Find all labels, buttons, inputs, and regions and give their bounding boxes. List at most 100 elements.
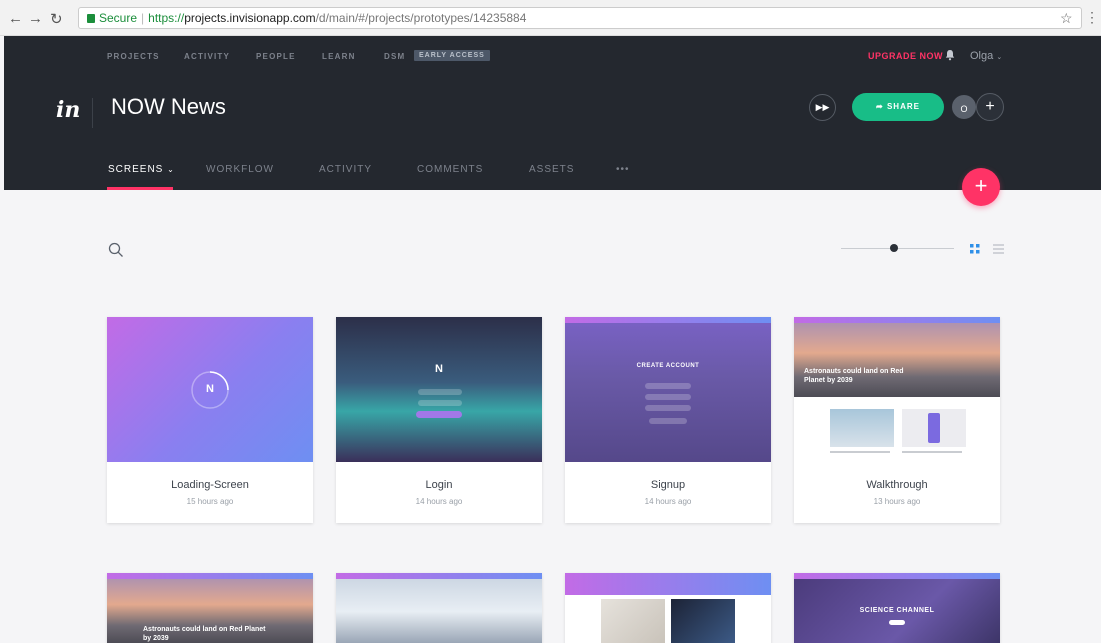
screen-thumbnail: SCIENCE CHANNEL bbox=[794, 573, 1000, 643]
thumb-button bbox=[416, 411, 462, 418]
tab-screens-label: SCREENS bbox=[108, 164, 164, 175]
browser-toolbar: ← → ↻ Secure | https://projects.invisionap… bbox=[0, 0, 1101, 36]
address-bar[interactable]: Secure | https://projects.invisionapp.com/… bbox=[78, 7, 1082, 29]
user-menu[interactable]: Olga ⌄ bbox=[970, 50, 1002, 62]
thumb-input bbox=[418, 389, 462, 395]
upgrade-now-link[interactable]: UPGRADE NOW bbox=[868, 51, 943, 61]
tab-more[interactable]: ••• bbox=[616, 164, 630, 175]
notification-bell-icon[interactable] bbox=[944, 49, 956, 61]
thumb-topbar bbox=[794, 317, 1000, 323]
chevron-down-icon: ⌄ bbox=[996, 54, 1003, 61]
lock-icon bbox=[87, 14, 95, 23]
screen-updated-time: 14 hours ago bbox=[644, 497, 692, 506]
avatar[interactable]: O bbox=[950, 93, 978, 121]
screen-card-login[interactable]: N Login 14 hours ago bbox=[336, 317, 542, 523]
early-access-badge: EARLY ACCESS bbox=[414, 50, 490, 61]
thumb-topbar bbox=[336, 573, 542, 579]
active-tab-indicator bbox=[107, 187, 173, 190]
slider-handle[interactable] bbox=[890, 244, 898, 252]
share-label: SHARE bbox=[886, 102, 920, 111]
screen-card[interactable] bbox=[565, 573, 771, 643]
screen-thumbnail: N bbox=[107, 317, 313, 462]
invision-logo[interactable]: in bbox=[56, 97, 80, 123]
thumb-input bbox=[645, 394, 691, 400]
nav-activity[interactable]: ACTIVITY bbox=[184, 52, 230, 61]
share-arrow-icon: ➦ bbox=[876, 102, 884, 111]
nav-dsm[interactable]: DSM bbox=[384, 52, 405, 61]
thumb-logo-text: N bbox=[206, 383, 214, 395]
thumb-heading: CREATE ACCOUNT bbox=[636, 363, 700, 369]
screen-name: Signup bbox=[650, 479, 686, 491]
tab-comments[interactable]: COMMENTS bbox=[417, 164, 483, 175]
thumb-logo-text: N bbox=[435, 363, 443, 375]
project-title: NOW News bbox=[111, 94, 226, 119]
screen-card-loading[interactable]: N Loading-Screen 15 hours ago bbox=[107, 317, 313, 523]
project-header: PROJECTS ACTIVITY PEOPLE LEARN DSM EARLY… bbox=[4, 36, 1101, 190]
grid-view-icon[interactable] bbox=[970, 244, 980, 254]
chevron-down-icon: ⌄ bbox=[167, 165, 175, 174]
thumb-topbar bbox=[107, 573, 313, 579]
thumb-headline: Astronauts could land on Red Planet by 2… bbox=[804, 368, 904, 384]
thumb-topbar bbox=[794, 573, 1000, 579]
tab-assets[interactable]: ASSETS bbox=[529, 164, 574, 175]
thumb-input bbox=[418, 400, 462, 406]
nav-people[interactable]: PEOPLE bbox=[256, 52, 296, 61]
tab-activity[interactable]: ACTIVITY bbox=[319, 164, 372, 175]
thumb-button bbox=[889, 620, 905, 625]
phone-icon bbox=[928, 413, 940, 443]
screen-name: Login bbox=[425, 479, 453, 491]
screen-name: Loading-Screen bbox=[171, 479, 249, 491]
address-separator: | bbox=[141, 11, 145, 25]
share-button[interactable]: ➦ SHARE bbox=[852, 93, 944, 121]
tab-workflow[interactable]: WORKFLOW bbox=[206, 164, 274, 175]
thumb-image bbox=[830, 409, 894, 447]
forward-arrow-icon[interactable]: → bbox=[28, 10, 43, 27]
preview-play-button[interactable]: ▶▶ bbox=[809, 94, 836, 121]
thumb-caption-line bbox=[830, 451, 890, 453]
fast-forward-icon: ▶▶ bbox=[815, 102, 830, 112]
add-member-button[interactable]: + bbox=[976, 93, 1004, 121]
screen-thumbnail: Astronauts could land on Red Planet by 2… bbox=[107, 573, 313, 643]
screen-thumbnail bbox=[565, 573, 771, 643]
thumb-hero: Astronauts could land on Red Planet by 2… bbox=[794, 317, 1000, 397]
secure-label: Secure bbox=[99, 11, 138, 25]
screen-card[interactable] bbox=[336, 573, 542, 643]
screen-updated-time: 13 hours ago bbox=[873, 497, 921, 506]
screen-card[interactable]: Astronauts could land on Red Planet by 2… bbox=[107, 573, 313, 643]
thumb-input bbox=[645, 405, 691, 411]
bookmark-star-icon[interactable]: ☆ bbox=[1060, 10, 1073, 27]
screen-thumbnail bbox=[336, 573, 542, 643]
thumb-topbar bbox=[565, 573, 771, 595]
thumb-headline: Astronauts could land on Red Planet by 2… bbox=[143, 626, 266, 642]
thumb-image bbox=[902, 409, 966, 447]
screen-updated-time: 15 hours ago bbox=[186, 497, 234, 506]
screen-card-walkthrough[interactable]: Astronauts could land on Red Planet by 2… bbox=[794, 317, 1000, 523]
search-icon[interactable] bbox=[108, 242, 124, 258]
back-arrow-icon[interactable]: ← bbox=[8, 10, 23, 27]
screen-thumbnail: N bbox=[336, 317, 542, 462]
thumb-input bbox=[645, 383, 691, 389]
thumb-input bbox=[649, 418, 687, 424]
thumb-image bbox=[671, 599, 735, 643]
tab-screens[interactable]: SCREENS ⌄ bbox=[108, 164, 175, 175]
url-path: /d/main/#/projects/prototypes/14235884 bbox=[315, 11, 527, 25]
list-view-icon[interactable] bbox=[993, 244, 1004, 254]
nav-learn[interactable]: LEARN bbox=[322, 52, 356, 61]
screen-card-signup[interactable]: CREATE ACCOUNT Signup 14 hours ago bbox=[565, 317, 771, 523]
thumb-topbar bbox=[565, 317, 771, 323]
screen-thumbnail: Astronauts could land on Red Planet by 2… bbox=[794, 317, 1000, 462]
nav-projects[interactable]: PROJECTS bbox=[107, 52, 160, 61]
thumb-caption-line bbox=[902, 451, 962, 453]
screen-thumbnail: CREATE ACCOUNT bbox=[565, 317, 771, 462]
add-screen-button[interactable]: + bbox=[962, 168, 1000, 206]
reload-icon[interactable]: ↻ bbox=[50, 10, 63, 28]
thumb-heading: SCIENCE CHANNEL bbox=[859, 607, 935, 614]
header-divider bbox=[92, 98, 93, 128]
screen-card[interactable]: SCIENCE CHANNEL bbox=[794, 573, 1000, 643]
url-scheme: https:// bbox=[148, 11, 185, 25]
user-name: Olga bbox=[970, 50, 994, 62]
screen-updated-time: 14 hours ago bbox=[415, 497, 463, 506]
screen-name: Walkthrough bbox=[866, 479, 928, 491]
url-host: projects.invisionapp.com bbox=[184, 11, 316, 25]
browser-menu-icon[interactable]: ⋮ bbox=[1085, 9, 1099, 26]
